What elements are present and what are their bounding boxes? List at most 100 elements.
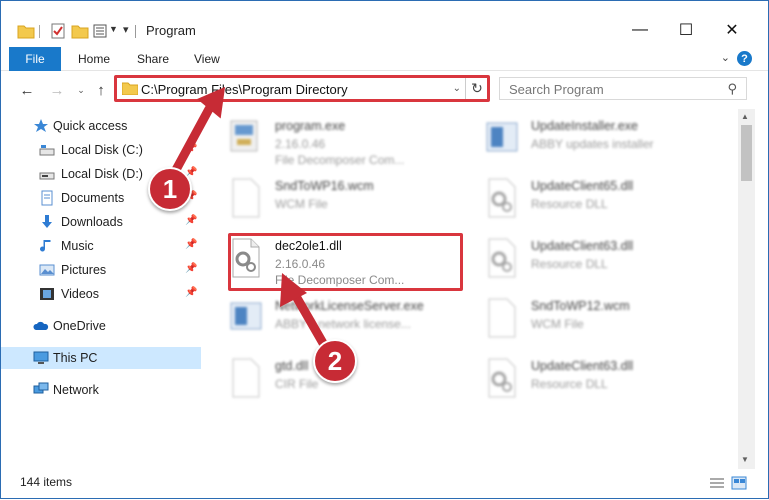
sidebar-item-network[interactable]: Network — [1, 379, 201, 401]
file-type: Resource DLL — [531, 197, 608, 211]
file-type: CIR File — [275, 377, 319, 391]
file-name: SndToWP16.wcm — [275, 179, 374, 193]
file-description: File Decomposer Com... — [275, 153, 405, 167]
file-version: 2.16.0.46 — [275, 137, 326, 151]
customize-toolbar-icon[interactable] — [92, 22, 110, 40]
expand-ribbon-icon[interactable]: ⌄ — [721, 51, 730, 64]
sidebar-item-label: Music — [61, 239, 94, 253]
navigation-pane: Quick access Local Disk (C:) 📌 Local Dis… — [1, 109, 204, 463]
file-type: Resource DLL — [531, 377, 608, 391]
title-bar: ▼ ▾ Program — ☐ ✕ — [1, 1, 768, 45]
sidebar-item-label: Quick access — [53, 119, 128, 133]
divider — [465, 78, 466, 99]
sidebar-item-label: Videos — [61, 287, 99, 301]
pin-icon[interactable]: 📌 — [185, 143, 197, 154]
dll-icon — [488, 358, 516, 398]
title-divider — [135, 25, 136, 38]
file-item-dec2ole1[interactable]: dec2ole1.dll 2.16.0.46 File Decomposer C… — [209, 231, 459, 287]
search-box[interactable]: Search Program ⚲ — [499, 77, 747, 100]
minimize-button[interactable]: — — [617, 15, 663, 45]
scroll-up-icon[interactable]: ▲ — [741, 112, 749, 121]
drive-icon — [39, 172, 55, 180]
pin-icon[interactable]: 📌 — [185, 215, 197, 226]
up-button[interactable]: ↑ — [91, 80, 111, 100]
callout-step-1: 1 — [148, 167, 192, 211]
file-explorer-window: ▼ ▾ Program — ☐ ✕ File Home Share View ⌄… — [0, 0, 769, 499]
file-item[interactable]: NetworkLicenseServer.exe ABBYY network l… — [209, 291, 459, 343]
blank-file-icon — [232, 178, 260, 218]
this-pc-icon — [33, 351, 49, 364]
file-name: program.exe — [275, 119, 346, 133]
address-bar[interactable]: C:\Program Files\Program Directory ⌄ ↻ — [114, 75, 490, 102]
sidebar-item-onedrive[interactable]: OneDrive — [1, 315, 201, 337]
close-button[interactable]: ✕ — [709, 15, 755, 45]
file-list: program.exe 2.16.0.46 File Decomposer Co… — [209, 109, 737, 465]
file-item[interactable]: program.exe 2.16.0.46 File Decomposer Co… — [209, 111, 459, 167]
sidebar-item-this-pc[interactable]: This PC — [1, 347, 201, 369]
scroll-down-icon[interactable]: ▼ — [741, 455, 749, 464]
scrollbar-thumb[interactable] — [741, 125, 752, 181]
back-button[interactable]: ← — [17, 80, 37, 100]
refresh-icon[interactable]: ↻ — [469, 80, 485, 96]
sidebar-item-label: Pictures — [61, 263, 107, 277]
file-name: NetworkLicenseServer.exe — [275, 299, 424, 313]
file-item[interactable]: UpdateClient63.dll Resource DLL — [465, 231, 715, 283]
details-view-icon[interactable] — [709, 476, 725, 490]
properties-icon[interactable] — [49, 22, 67, 40]
chevron-down-icon[interactable]: ▼ — [109, 24, 118, 34]
folder-icon — [122, 82, 138, 95]
file-description: ABBY updates installer — [531, 137, 654, 151]
blank-file-icon — [232, 358, 260, 398]
file-item[interactable]: SndToWP12.wcm WCM File — [465, 291, 715, 343]
folder-icon[interactable] — [17, 22, 35, 40]
address-path[interactable]: C:\Program Files\Program Directory — [141, 82, 348, 97]
sidebar-item-label: Documents — [61, 191, 125, 205]
pin-icon[interactable]: 📌 — [185, 263, 197, 274]
file-name: UpdateClient65.dll — [531, 179, 634, 193]
file-description: ABBYY network license... — [275, 317, 411, 331]
tab-view[interactable]: View — [194, 47, 220, 71]
ribbon: File Home Share View ⌄ ? — [1, 47, 768, 71]
sidebar-item-pictures[interactable]: Pictures 📌 — [1, 259, 201, 281]
forward-button[interactable]: → — [47, 80, 67, 100]
window-title: Program — [146, 23, 196, 38]
file-item[interactable]: UpdateInstaller.exe ABBY updates install… — [465, 111, 715, 163]
dll-icon — [232, 238, 260, 278]
dll-icon — [488, 178, 516, 218]
exe-icon — [230, 302, 262, 330]
chevron-down-icon[interactable]: ⌄ — [453, 83, 461, 94]
maximize-button[interactable]: ☐ — [663, 15, 709, 45]
tab-file[interactable]: File — [9, 47, 61, 71]
search-input[interactable]: Search Program — [509, 82, 604, 97]
vertical-scrollbar[interactable]: ▲ ▼ — [738, 109, 755, 469]
recent-locations-icon[interactable]: ⌄ — [71, 80, 91, 100]
file-item[interactable]: UpdateClient65.dll Resource DLL — [465, 171, 715, 223]
file-description: File Decomposer Com... — [275, 273, 405, 287]
file-item[interactable]: SndToWP16.wcm WCM File — [209, 171, 459, 223]
blank-file-icon — [488, 298, 516, 338]
dll-icon — [488, 238, 516, 278]
pin-icon[interactable]: 📌 — [185, 239, 197, 250]
sidebar-item-quick-access[interactable]: Quick access — [1, 115, 201, 137]
new-folder-icon[interactable] — [71, 22, 89, 40]
search-icon[interactable]: ⚲ — [727, 81, 737, 97]
sidebar-item-videos[interactable]: Videos 📌 — [1, 283, 201, 305]
exe-icon — [230, 120, 258, 152]
tab-share[interactable]: Share — [137, 47, 169, 71]
pin-icon[interactable]: 📌 — [185, 287, 197, 298]
file-name: UpdateClient63.dll — [531, 239, 634, 253]
large-icons-view-icon[interactable] — [731, 476, 747, 490]
pictures-icon — [39, 264, 55, 276]
file-name: dec2ole1.dll — [275, 239, 342, 253]
sidebar-item-downloads[interactable]: Downloads 📌 — [1, 211, 201, 233]
file-name: UpdateInstaller.exe — [531, 119, 639, 133]
tab-home[interactable]: Home — [78, 47, 110, 71]
help-button[interactable]: ? — [737, 51, 752, 66]
file-type: Resource DLL — [531, 257, 608, 271]
quick-access-dropdown-icon[interactable]: ▾ — [123, 23, 129, 36]
file-item[interactable]: UpdateClient63.dll Resource DLL — [465, 351, 715, 403]
sidebar-item-label: Local Disk (D:) — [61, 167, 143, 181]
sidebar-item-label: Local Disk (C:) — [61, 143, 143, 157]
sidebar-item-music[interactable]: Music 📌 — [1, 235, 201, 257]
sidebar-item-local-disk-c[interactable]: Local Disk (C:) 📌 — [1, 139, 201, 161]
